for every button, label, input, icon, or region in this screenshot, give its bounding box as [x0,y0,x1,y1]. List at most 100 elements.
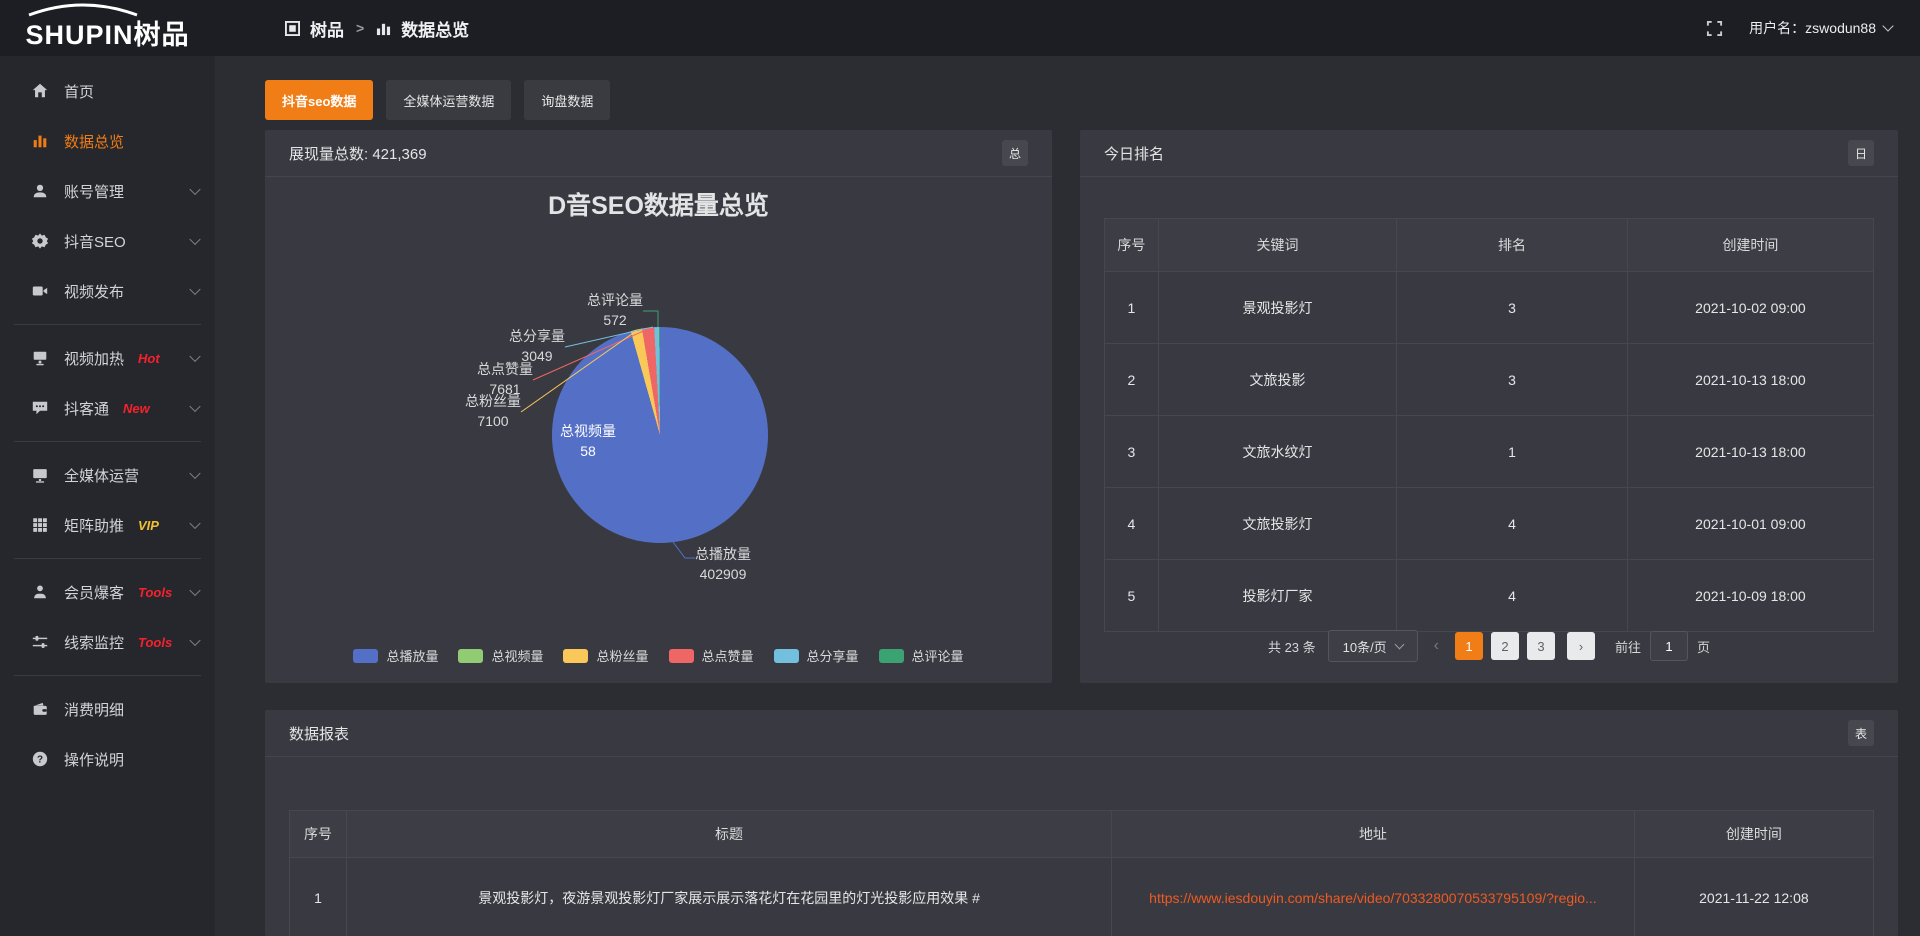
column-header: 创建时间 [1634,811,1873,858]
legend-swatch [669,649,694,663]
monitor-icon [30,465,50,485]
breadcrumb-item-root[interactable]: 树品 [310,16,344,41]
logo-arc-icon [23,3,143,17]
sidebar-item-data-overview[interactable]: 数据总览 [0,116,215,166]
sidebar-item-all-media[interactable]: 全媒体运营 [0,450,215,500]
logo-text: SHUPIN树品 [25,20,189,50]
gear-icon [30,231,50,251]
sidebar-item-video-publish[interactable]: 视频发布 [0,266,215,316]
legend-label: 总粉丝量 [596,646,648,665]
sidebar-divider [14,324,201,325]
legend-item-5[interactable]: 总评论量 [879,646,964,665]
pie-label-plays: 总播放量402909 [695,544,751,584]
chevron-down-icon [189,184,200,195]
video-icon [30,281,50,301]
table-cell: 投影灯厂家 [1158,560,1396,632]
sidebar-item-operation-guide[interactable]: ?操作说明 [0,734,215,784]
table-cell: 2021-10-09 18:00 [1627,560,1873,632]
svg-text:?: ? [37,754,43,765]
help-icon: ? [30,749,50,769]
page-button-2[interactable]: 2 [1491,632,1519,660]
sidebar-item-label: 消费明细 [64,699,124,720]
sidebar-item-video-heat[interactable]: 视频加热Hot [0,333,215,383]
report-table: 序号标题地址创建时间 1景观投影灯，夜游景观投影灯厂家展示展示落花灯在花园里的灯… [289,810,1874,936]
page-button-3[interactable]: 3 [1527,632,1555,660]
video-link[interactable]: https://www.iesdouyin.com/share/video/70… [1149,890,1597,906]
total-count-label: 共 23 条 [1268,637,1316,656]
sidebar-item-consume-detail[interactable]: 消费明细 [0,684,215,734]
chart-title: D音SEO数据量总览 [265,186,1052,222]
top-header: SHUPIN树品 树品 > 数据总览 用户名：zswodun88 [0,0,1920,56]
legend-label: 总视频量 [491,646,543,665]
sidebar-item-member-baoke[interactable]: 会员爆客 Tools [0,567,215,617]
table-cell: 3 [1397,272,1628,344]
tab-2[interactable]: 询盘数据 [524,80,610,120]
chevron-down-icon [1394,640,1404,650]
pie-label-fans: 总粉丝量7100 [465,391,521,431]
menu-badge: Hot [138,351,160,366]
table-row: 3文旅水纹灯12021-10-13 18:00 [1105,416,1874,488]
ranking-panel: 今日排名 日 序号关键词排名创建时间 1景观投影灯32021-10-02 09:… [1080,130,1898,683]
fullscreen-icon[interactable] [1706,20,1723,37]
table-cell: 文旅投影 [1158,344,1396,416]
pie-chart: D音SEO数据量总览 总评论量572 总分享量3049 总点赞量7681 总粉丝… [265,130,1052,683]
username-label: 用户名：zswodun88 [1749,18,1876,38]
legend-item-0[interactable]: 总播放量 [353,646,438,665]
table-cell: 3 [1397,344,1628,416]
breadcrumb-separator: > [356,20,364,36]
legend-item-3[interactable]: 总点赞量 [669,646,754,665]
legend-swatch [563,649,588,663]
sidebar-item-home[interactable]: 首页 [0,66,215,116]
sidebar-item-label: 会员爆客 [64,582,124,603]
legend-label: 总评论量 [912,646,964,665]
day-toggle-button[interactable]: 日 [1848,140,1874,166]
data-source-tabs: 抖音seo数据全媒体运营数据询盘数据 [265,80,610,120]
chart-legend: 总播放量 总视频量 总粉丝量 总点赞量 总分享量 总评论量 [265,646,1052,665]
sidebar-item-clue-monitor[interactable]: 线索监控Tools [0,617,215,667]
prev-page-button[interactable]: ‹ [1430,637,1443,655]
sidebar-item-douketong[interactable]: 抖客通New [0,383,215,433]
chevron-down-icon [189,284,200,295]
sidebar-item-matrix-boost[interactable]: 矩阵助推 VIP [0,500,215,550]
page-size-select[interactable]: 10条/页 [1328,630,1418,662]
sidebar-item-douyin-seo[interactable]: 抖音SEO [0,216,215,266]
table-cell: 4 [1105,488,1159,560]
tab-0[interactable]: 抖音seo数据 [265,80,373,120]
chevron-down-icon [189,585,200,596]
table-toggle-button[interactable]: 表 [1848,720,1874,746]
tab-1[interactable]: 全媒体运营数据 [386,80,511,120]
table-row: 1景观投影灯32021-10-02 09:00 [1105,272,1874,344]
sliders-icon [30,632,50,652]
menu-badge: Tools [138,585,172,600]
pagination: 共 23 条 10条/页 ‹ 123 › 前往 页 [1080,630,1898,662]
grid-icon [30,515,50,535]
next-page-button[interactable]: › [1567,632,1595,660]
table-cell: 4 [1397,560,1628,632]
legend-label: 总分享量 [807,646,859,665]
table-cell: 景观投影灯 [1158,272,1396,344]
table-cell: 1 [290,858,347,936]
table-cell: 2021-10-13 18:00 [1627,416,1873,488]
page-button-1[interactable]: 1 [1455,632,1483,660]
page-buttons: 123 [1455,632,1555,660]
wallet-icon [30,699,50,719]
table-cell: 文旅水纹灯 [1158,416,1396,488]
goto-page-input[interactable] [1650,631,1688,661]
table-cell: 4 [1397,488,1628,560]
legend-item-1[interactable]: 总视频量 [458,646,543,665]
table-cell: 1 [1397,416,1628,488]
sidebar-item-account-manage[interactable]: 账号管理 [0,166,215,216]
table-cell: 2021-10-13 18:00 [1627,344,1873,416]
sidebar-divider [14,558,201,559]
column-header: 序号 [290,811,347,858]
sidebar: 首页数据总览账号管理抖音SEO视频发布视频加热Hot抖客通New全媒体运营矩阵助… [0,56,215,936]
chevron-down-icon [189,351,200,362]
user-menu[interactable]: 用户名：zswodun88 [1749,18,1892,38]
chevron-down-icon [189,635,200,646]
pie-label-videos: 总视频量58 [560,421,616,461]
legend-item-2[interactable]: 总粉丝量 [563,646,648,665]
sidebar-item-label: 矩阵助推 [64,515,124,536]
menu-badge: VIP [138,518,159,533]
table-row: 5投影灯厂家42021-10-09 18:00 [1105,560,1874,632]
legend-item-4[interactable]: 总分享量 [774,646,859,665]
